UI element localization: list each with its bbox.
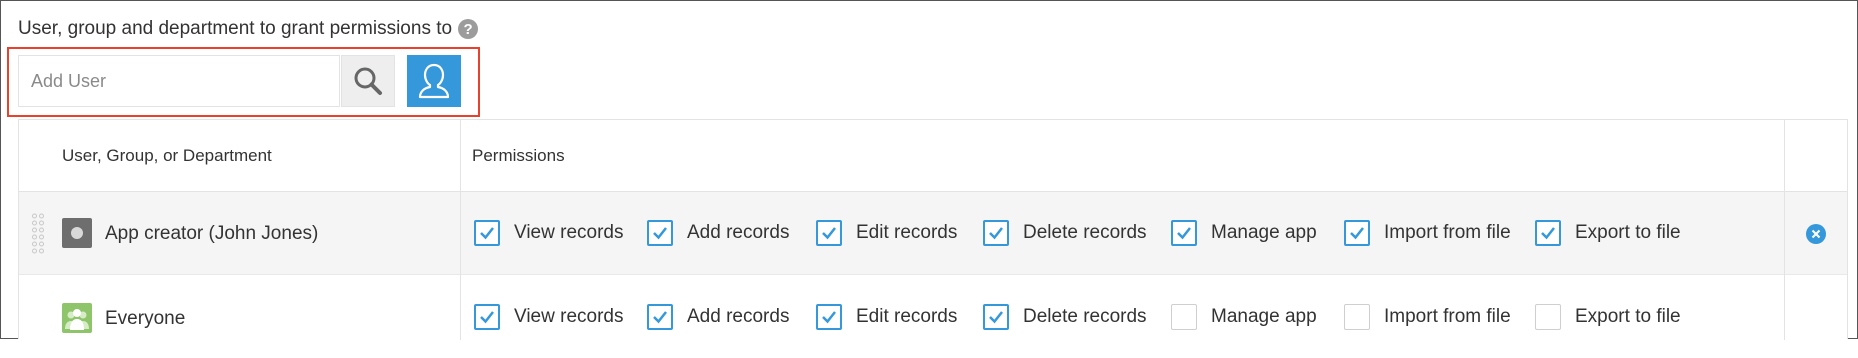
perm-label: Add records: [687, 306, 790, 327]
add-user-input[interactable]: [18, 55, 340, 107]
perm-import-from-file[interactable]: Import from file: [1344, 304, 1511, 330]
checkbox[interactable]: [1344, 304, 1370, 330]
checkbox[interactable]: [1535, 304, 1561, 330]
search-icon: [354, 67, 382, 95]
perm-add-records[interactable]: Add records: [647, 220, 789, 246]
perm-export-to-file[interactable]: Export to file: [1535, 220, 1681, 246]
checkbox[interactable]: [647, 220, 673, 246]
section-title-text: User, group and department to grant perm…: [18, 18, 453, 39]
perm-view-records[interactable]: View records: [474, 304, 623, 330]
entity-name: App creator (John Jones): [105, 223, 319, 244]
checkmark-icon: [1350, 227, 1364, 240]
checkbox[interactable]: [1171, 304, 1197, 330]
perm-edit-records[interactable]: Edit records: [816, 304, 957, 330]
checkmark-icon: [822, 311, 836, 324]
section-title: User, group and department to grant perm…: [18, 18, 479, 40]
header-entity: User, Group, or Department: [62, 146, 272, 165]
checkmark-icon: [1177, 227, 1191, 240]
user-picker-button[interactable]: [407, 55, 461, 107]
checkmark-icon: [653, 227, 667, 240]
column-divider: [460, 120, 461, 340]
checkbox[interactable]: [1535, 220, 1561, 246]
perm-label: Export to file: [1575, 306, 1681, 327]
question-icon[interactable]: ?: [458, 19, 479, 39]
perm-label: View records: [514, 222, 624, 243]
perm-export-to-file[interactable]: Export to file: [1535, 304, 1681, 330]
perm-label: Add records: [687, 222, 790, 243]
perm-manage-app[interactable]: Manage app: [1171, 220, 1317, 246]
perm-edit-records[interactable]: Edit records: [816, 220, 957, 246]
perm-view-records[interactable]: View records: [474, 220, 623, 246]
checkmark-icon: [822, 227, 836, 240]
drag-handle-icon[interactable]: [31, 212, 45, 256]
checkmark-icon: [1541, 227, 1555, 240]
checkmark-icon: [653, 311, 667, 324]
perm-label: Delete records: [1023, 306, 1147, 327]
checkmark-icon: [480, 311, 494, 324]
checkbox[interactable]: [983, 304, 1009, 330]
perm-manage-app[interactable]: Manage app: [1171, 304, 1317, 330]
checkbox[interactable]: [983, 220, 1009, 246]
checkbox[interactable]: [816, 220, 842, 246]
checkbox[interactable]: [1344, 220, 1370, 246]
perm-delete-records[interactable]: Delete records: [983, 220, 1147, 246]
checkmark-icon: [989, 227, 1003, 240]
perm-label: View records: [514, 306, 624, 327]
table-header: User, Group, or Department Permissions: [19, 120, 1847, 192]
checkbox[interactable]: [474, 304, 500, 330]
perm-label: Export to file: [1575, 222, 1681, 243]
header-permissions: Permissions: [472, 146, 565, 165]
checkmark-icon: [989, 311, 1003, 324]
checkbox[interactable]: [1171, 220, 1197, 246]
permissions-table: User, Group, or Department Permissions A…: [18, 119, 1848, 358]
entity-name: Everyone: [105, 308, 186, 329]
perm-import-from-file[interactable]: Import from file: [1344, 220, 1511, 246]
perm-label: Delete records: [1023, 222, 1147, 243]
table-row: App creator (John Jones) View records Ad…: [19, 192, 1847, 275]
checkbox[interactable]: [816, 304, 842, 330]
perm-label: Manage app: [1211, 306, 1317, 327]
perm-label: Import from file: [1384, 222, 1511, 243]
column-divider: [1784, 120, 1785, 340]
close-icon: [1811, 229, 1821, 239]
checkmark-icon: [480, 227, 494, 240]
checkbox[interactable]: [647, 304, 673, 330]
creator-icon: [62, 218, 92, 248]
user-silhouette-icon: [418, 63, 450, 99]
perm-label: Manage app: [1211, 222, 1317, 243]
perm-add-records[interactable]: Add records: [647, 304, 789, 330]
group-icon: [62, 303, 92, 333]
perm-label: Edit records: [856, 306, 958, 327]
remove-row-button[interactable]: [1806, 224, 1826, 244]
checkbox[interactable]: [474, 220, 500, 246]
table-row: Everyone View records Add records Edit r…: [19, 275, 1847, 358]
perm-label: Import from file: [1384, 306, 1511, 327]
search-button[interactable]: [341, 55, 395, 107]
perm-label: Edit records: [856, 222, 958, 243]
perm-delete-records[interactable]: Delete records: [983, 304, 1147, 330]
